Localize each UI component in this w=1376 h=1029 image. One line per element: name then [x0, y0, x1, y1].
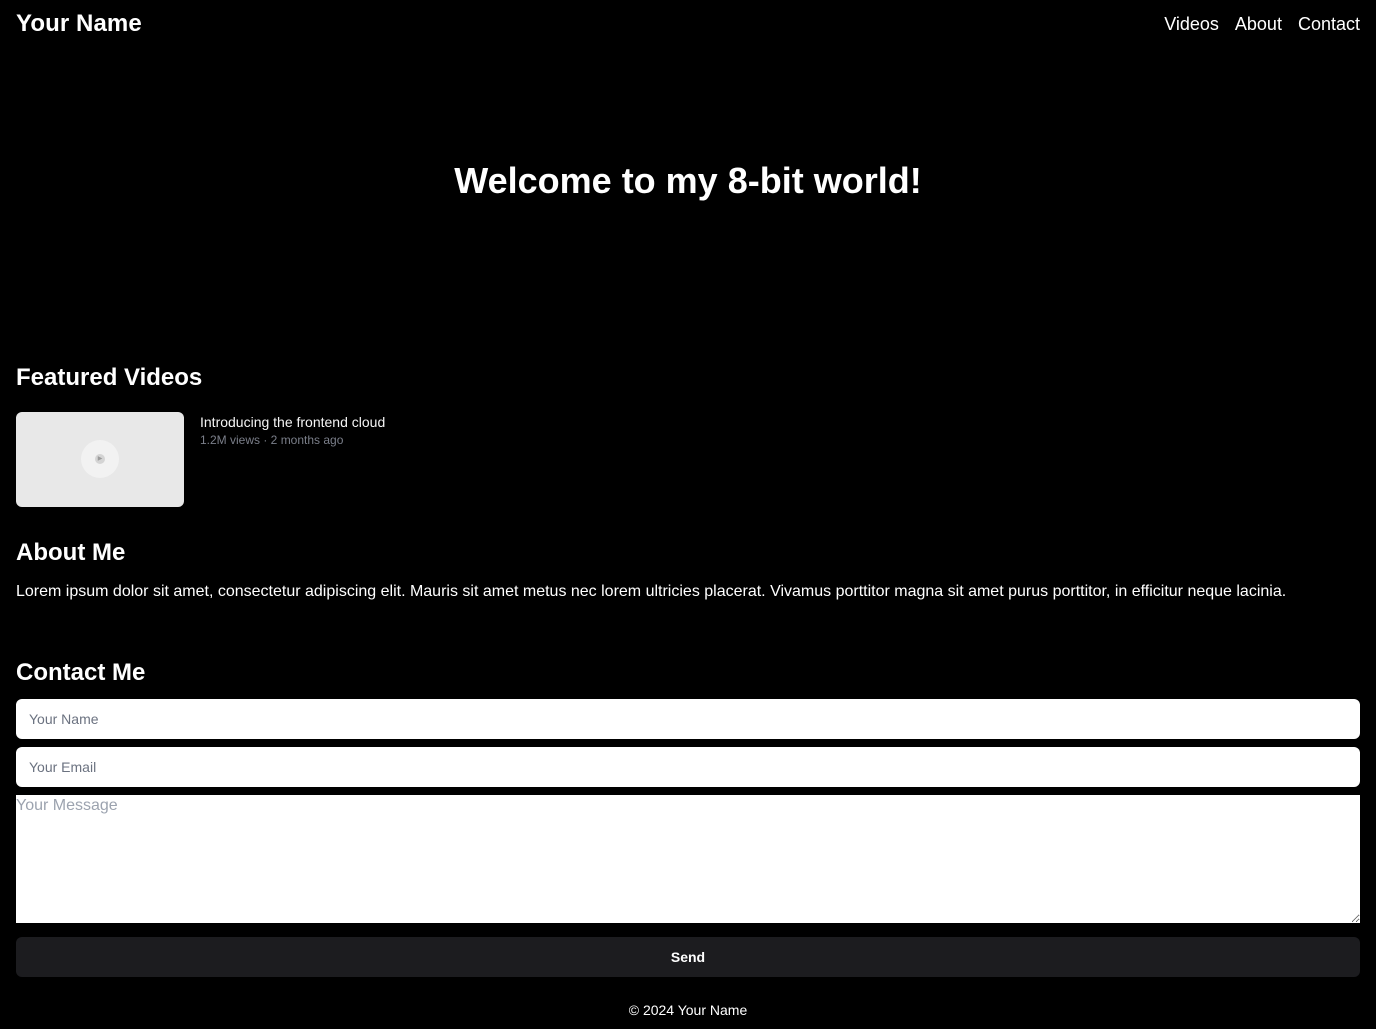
email-field[interactable] — [16, 747, 1360, 787]
page: Your Name Videos About Contact Welcome t… — [0, 0, 1376, 1029]
play-icon: ▶ — [95, 454, 105, 464]
nav-videos-link[interactable]: Videos — [1164, 14, 1219, 35]
main-nav: Videos About Contact — [1164, 14, 1360, 35]
footer: © 2024 Your Name — [0, 1002, 1376, 1018]
message-field[interactable] — [16, 795, 1360, 923]
name-field[interactable] — [16, 699, 1360, 739]
video-thumbnail[interactable]: ▶ — [16, 412, 184, 507]
about-text: Lorem ipsum dolor sit amet, consectetur … — [16, 583, 1287, 600]
video-info: Introducing the frontend cloud 1.2M view… — [200, 412, 385, 507]
video-card[interactable]: ▶ Introducing the frontend cloud 1.2M vi… — [16, 412, 385, 507]
nav-contact-link[interactable]: Contact — [1298, 14, 1360, 35]
nav-about-link[interactable]: About — [1235, 14, 1282, 35]
send-button[interactable]: Send — [16, 937, 1360, 977]
hero-title: Welcome to my 8-bit world! — [454, 160, 922, 201]
site-header: Your Name Videos About Contact — [0, 0, 1376, 48]
video-meta: 1.2M views · 2 months ago — [200, 433, 344, 447]
footer-text: © 2024 Your Name — [628, 1002, 748, 1018]
featured-videos-title: Featured Videos — [16, 364, 203, 391]
video-title[interactable]: Introducing the frontend cloud — [200, 414, 385, 430]
contact-title: Contact Me — [16, 659, 146, 686]
hero-section: Welcome to my 8-bit world! — [0, 160, 1376, 202]
about-title: About Me — [16, 539, 126, 566]
site-brand[interactable]: Your Name — [16, 10, 142, 38]
